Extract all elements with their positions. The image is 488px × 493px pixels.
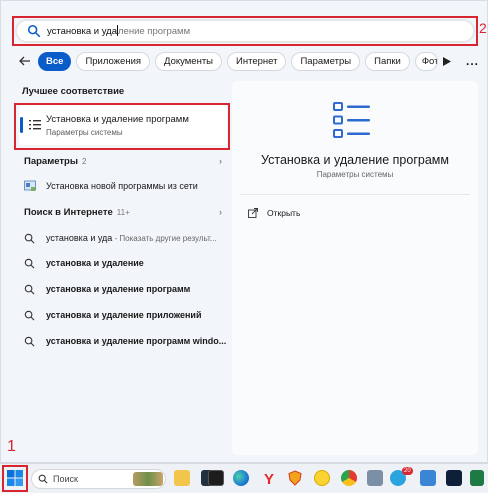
web-result-hint: - Показать другие результ... — [112, 234, 217, 243]
open-action[interactable]: Открыть — [248, 208, 300, 218]
shield-icon[interactable] — [287, 470, 303, 486]
preview-pane: Установка и удаление программ Параметры … — [232, 81, 478, 455]
preview-title: Установка и удаление программ — [261, 153, 449, 167]
taskbar-search[interactable]: Поиск — [31, 469, 166, 489]
filter-documents[interactable]: Документы — [155, 51, 223, 71]
search-icon — [24, 284, 40, 295]
web-result-label: установка и удаление — [46, 258, 144, 268]
web-result-item[interactable]: установка и удаление — [17, 253, 227, 273]
settings-heading-label: Параметры — [24, 156, 78, 167]
taskbar: Поиск Y 20 — [0, 463, 488, 493]
notification-badge: 20 — [402, 467, 413, 475]
widget-icon — [133, 472, 163, 486]
annotation-number-2: 2 — [479, 20, 487, 36]
settings-result-item[interactable]: Установка новой программы из сети — [17, 176, 227, 196]
more-options-button[interactable]: ... — [466, 54, 479, 68]
filters-scroll-button[interactable] — [442, 51, 451, 71]
back-button[interactable] — [19, 51, 31, 71]
search-icon — [27, 24, 41, 38]
list-icon — [333, 102, 370, 138]
printer-icon[interactable] — [367, 470, 383, 486]
filter-photos[interactable]: Фотогр — [414, 51, 438, 71]
file-explorer-icon[interactable] — [174, 470, 190, 486]
web-result-text: установка и уда — [46, 233, 113, 243]
arrow-left-icon — [19, 56, 30, 66]
open-action-label: Открыть — [267, 208, 301, 218]
taskbar-search-placeholder: Поиск — [53, 474, 78, 484]
web-result-item[interactable]: установка и удаление программ — [17, 279, 227, 299]
filter-apps[interactable]: Приложения — [76, 51, 151, 71]
settings-count: 2 — [81, 157, 87, 166]
filter-folders[interactable]: Папки — [365, 51, 410, 71]
search-suggestion-text: ление программ — [118, 26, 191, 37]
search-icon — [24, 310, 40, 321]
search-icon — [38, 474, 48, 484]
list-icon — [29, 120, 41, 130]
web-result-item[interactable]: установка и удаление приложений — [17, 305, 227, 325]
windows-icon[interactable] — [446, 470, 462, 486]
windows-icon[interactable] — [7, 470, 23, 486]
search-icon — [24, 233, 40, 244]
web-count: 11+ — [116, 208, 130, 217]
web-result-label: установка и удаление приложений — [46, 310, 202, 320]
best-match-title: Установка и удаление программ — [46, 114, 189, 125]
filter-internet[interactable]: Интернет — [227, 51, 287, 71]
start-search-panel: установка и удаление программ 2 Все Прил… — [0, 0, 488, 463]
notepad-icon[interactable] — [420, 470, 436, 486]
yandex-icon[interactable]: Y — [261, 470, 277, 488]
search-typed-text: установка и уда — [47, 26, 117, 37]
best-match-item[interactable]: Установка и удаление программ Параметры … — [19, 105, 227, 145]
excel-icon[interactable] — [470, 470, 484, 486]
remote-desktop-icon[interactable] — [208, 470, 224, 486]
web-result-item[interactable]: установка и уда - Показать другие резуль… — [17, 228, 227, 248]
search-input[interactable]: установка и удаление программ — [47, 25, 190, 37]
annotation-number-1: 1 — [7, 438, 16, 455]
open-external-icon — [248, 208, 258, 218]
web-result-item[interactable]: установка и удаление программ windo... — [17, 331, 227, 351]
edge-icon[interactable] — [233, 470, 249, 486]
search-icon — [24, 336, 40, 347]
best-match-heading: Лучшее соответствие — [22, 86, 125, 97]
chevron-right-icon: › — [219, 207, 222, 217]
filter-bar: Все Приложения Документы Интернет Параме… — [19, 51, 479, 71]
svg-text:Y: Y — [264, 471, 274, 486]
chevron-right-icon: › — [219, 156, 222, 166]
web-heading-label: Поиск в Интернете — [24, 207, 113, 218]
web-result-label: установка и удаление программ windo... — [46, 336, 227, 346]
1c-icon[interactable] — [314, 470, 330, 486]
web-result-label: установка и удаление программ — [46, 284, 191, 294]
selection-indicator — [20, 117, 23, 133]
install-app-icon — [24, 180, 40, 192]
preview-subtitle: Параметры системы — [316, 170, 394, 179]
search-bar[interactable]: установка и удаление программ — [15, 19, 475, 43]
search-icon — [24, 258, 40, 269]
web-result-label: установка и уда - Показать другие резуль… — [46, 233, 217, 243]
divider — [240, 194, 470, 195]
best-match-subtitle: Параметры системы — [46, 128, 123, 137]
play-icon — [442, 56, 451, 66]
chrome-icon[interactable] — [341, 470, 357, 486]
web-heading[interactable]: Поиск в Интернете 11+ › — [24, 207, 224, 218]
settings-heading[interactable]: Параметры 2 › — [24, 156, 224, 167]
settings-result-label: Установка новой программы из сети — [46, 181, 198, 191]
filter-all[interactable]: Все — [38, 51, 72, 71]
filter-settings[interactable]: Параметры — [291, 51, 361, 71]
